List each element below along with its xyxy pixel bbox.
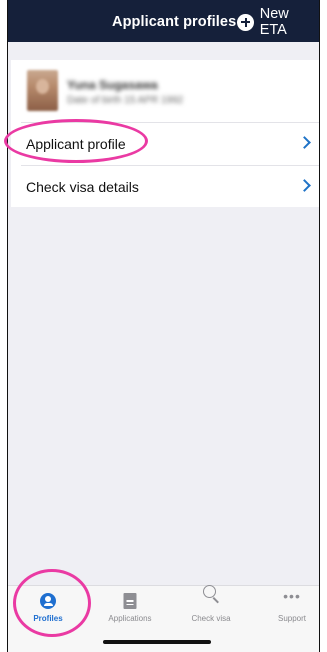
profile-name: Yuna Sugasawa <box>67 78 158 92</box>
document-icon <box>123 593 137 609</box>
profile-summary: Yuna Sugasawa Date of birth 15 APR 1992 <box>11 60 319 122</box>
tab-label: Applications <box>108 614 152 623</box>
tab-applications[interactable]: Applications <box>91 586 169 630</box>
profile-subtitle: Date of birth 15 APR 1992 <box>67 95 184 106</box>
home-indicator <box>103 640 211 644</box>
app-frame: Applicant profiles New ETA Yuna Sugasawa… <box>7 0 320 652</box>
tab-label: Check visa <box>191 614 231 623</box>
page-title: Applicant profiles <box>112 14 237 30</box>
profile-card: Yuna Sugasawa Date of birth 15 APR 1992 … <box>11 60 319 207</box>
tab-label: Profiles <box>33 614 63 623</box>
tab-support[interactable]: ••• Support <box>253 586 319 630</box>
header-bar: Applicant profiles New ETA <box>8 0 319 42</box>
new-eta-button[interactable]: New ETA <box>237 6 319 38</box>
menu-item-label: Applicant profile <box>26 136 126 152</box>
tab-label: Support <box>277 614 307 623</box>
menu-item-applicant-profile[interactable]: Applicant profile <box>11 123 319 165</box>
tab-check-visa[interactable]: Check visa <box>172 584 250 630</box>
profile-icon <box>40 593 56 609</box>
chevron-right-icon <box>298 136 311 149</box>
menu-item-label: Check visa details <box>26 179 139 195</box>
avatar <box>27 70 58 111</box>
more-icon: ••• <box>283 588 301 604</box>
new-eta-label: New ETA <box>259 6 289 38</box>
chevron-right-icon <box>298 179 311 192</box>
search-icon <box>202 584 220 602</box>
plus-circle-icon <box>237 13 254 31</box>
tab-profiles[interactable]: Profiles <box>9 586 87 630</box>
menu-item-check-visa-details[interactable]: Check visa details <box>11 166 319 208</box>
